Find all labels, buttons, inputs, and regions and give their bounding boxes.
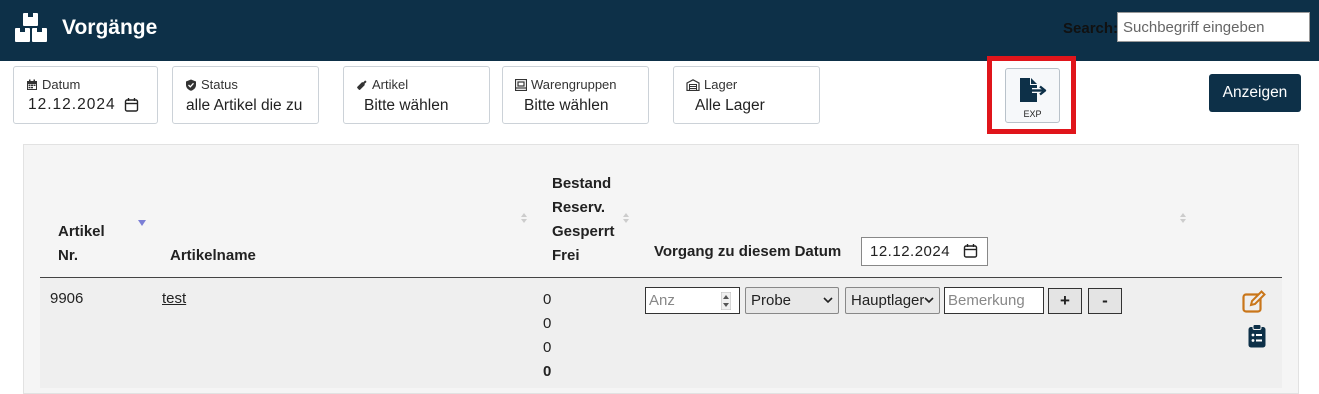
sort-icon[interactable] — [520, 212, 528, 224]
plus-button[interactable]: + — [1048, 288, 1082, 314]
page-title: Vorgänge — [62, 16, 158, 39]
export-button[interactable]: EXP — [1005, 68, 1060, 123]
filter-lager[interactable]: Lager Alle Lager — [673, 66, 820, 124]
minus-button[interactable]: - — [1088, 288, 1122, 314]
sort-asc-icon[interactable] — [138, 218, 146, 230]
filter-datum[interactable]: Datum 12.12.2024 — [13, 66, 158, 124]
sort-icon[interactable] — [1179, 212, 1187, 224]
warehouse-icon — [686, 78, 700, 91]
filter-status-value[interactable]: alle Artikel die zu — [186, 97, 316, 115]
export-button-label: EXP — [1023, 109, 1042, 119]
type-select[interactable]: Probe — [745, 287, 839, 314]
chevron-down-icon — [823, 297, 833, 304]
sort-icon[interactable] — [622, 212, 630, 224]
spinner-icon[interactable] — [721, 292, 731, 310]
filter-warengruppen[interactable]: Warengruppen Bitte wählen — [502, 66, 649, 124]
cell-bestand: 0 — [543, 291, 552, 308]
column-header-bestand[interactable]: Bestand Reserv. Gesperrt Frei — [552, 172, 615, 268]
column-header-artikel-nr[interactable]: Artikel Nr. — [58, 220, 105, 268]
cell-artikel-nr: 9906 — [50, 290, 84, 307]
anzeigen-button[interactable]: Anzeigen — [1209, 74, 1301, 112]
cell-reserv: 0 — [543, 315, 552, 332]
search-label: Search: — [1063, 20, 1119, 37]
anzahl-input[interactable]: Anz — [645, 287, 740, 314]
filter-lager-label: Lager — [704, 77, 738, 92]
search-input[interactable] — [1117, 12, 1310, 42]
clipboard-list-icon[interactable] — [1248, 324, 1266, 348]
pallet-icon — [515, 78, 527, 91]
artikel-link[interactable]: test — [162, 290, 186, 307]
bottle-icon — [357, 79, 367, 90]
chevron-down-icon — [924, 296, 934, 304]
filter-artikel-label: Artikel — [372, 77, 409, 92]
calendar-picker-icon[interactable] — [124, 97, 139, 112]
column-header-vorgang: Vorgang zu diesem Datum — [654, 243, 842, 260]
filter-datum-value[interactable]: 12.12.2024 — [28, 96, 116, 114]
filter-artikel-value[interactable]: Bitte wählen — [364, 97, 448, 115]
edit-icon[interactable] — [1242, 290, 1266, 314]
bemerkung-input[interactable]: Bemerkung — [944, 287, 1044, 314]
filter-lager-value[interactable]: Alle Lager — [695, 97, 765, 115]
file-export-icon — [1020, 78, 1047, 102]
filter-datum-label: Datum — [42, 77, 81, 92]
column-header-artikelname[interactable]: Artikelname — [170, 244, 256, 268]
calendar-picker-icon[interactable] — [963, 243, 978, 258]
filter-artikel[interactable]: Artikel Bitte wählen — [343, 66, 490, 124]
filter-status-label: Status — [201, 77, 238, 92]
cell-frei: 0 — [543, 363, 552, 380]
filter-warengruppen-label: Warengruppen — [531, 77, 617, 92]
shield-icon — [186, 79, 196, 91]
filter-warengruppen-value[interactable]: Bitte wählen — [524, 97, 608, 115]
lager-select[interactable]: Hauptlager — [845, 287, 940, 314]
cell-gesperrt: 0 — [543, 339, 552, 356]
calendar-icon — [27, 79, 37, 90]
filter-status[interactable]: Status alle Artikel die zu — [172, 66, 319, 124]
boxes-icon — [15, 13, 47, 42]
